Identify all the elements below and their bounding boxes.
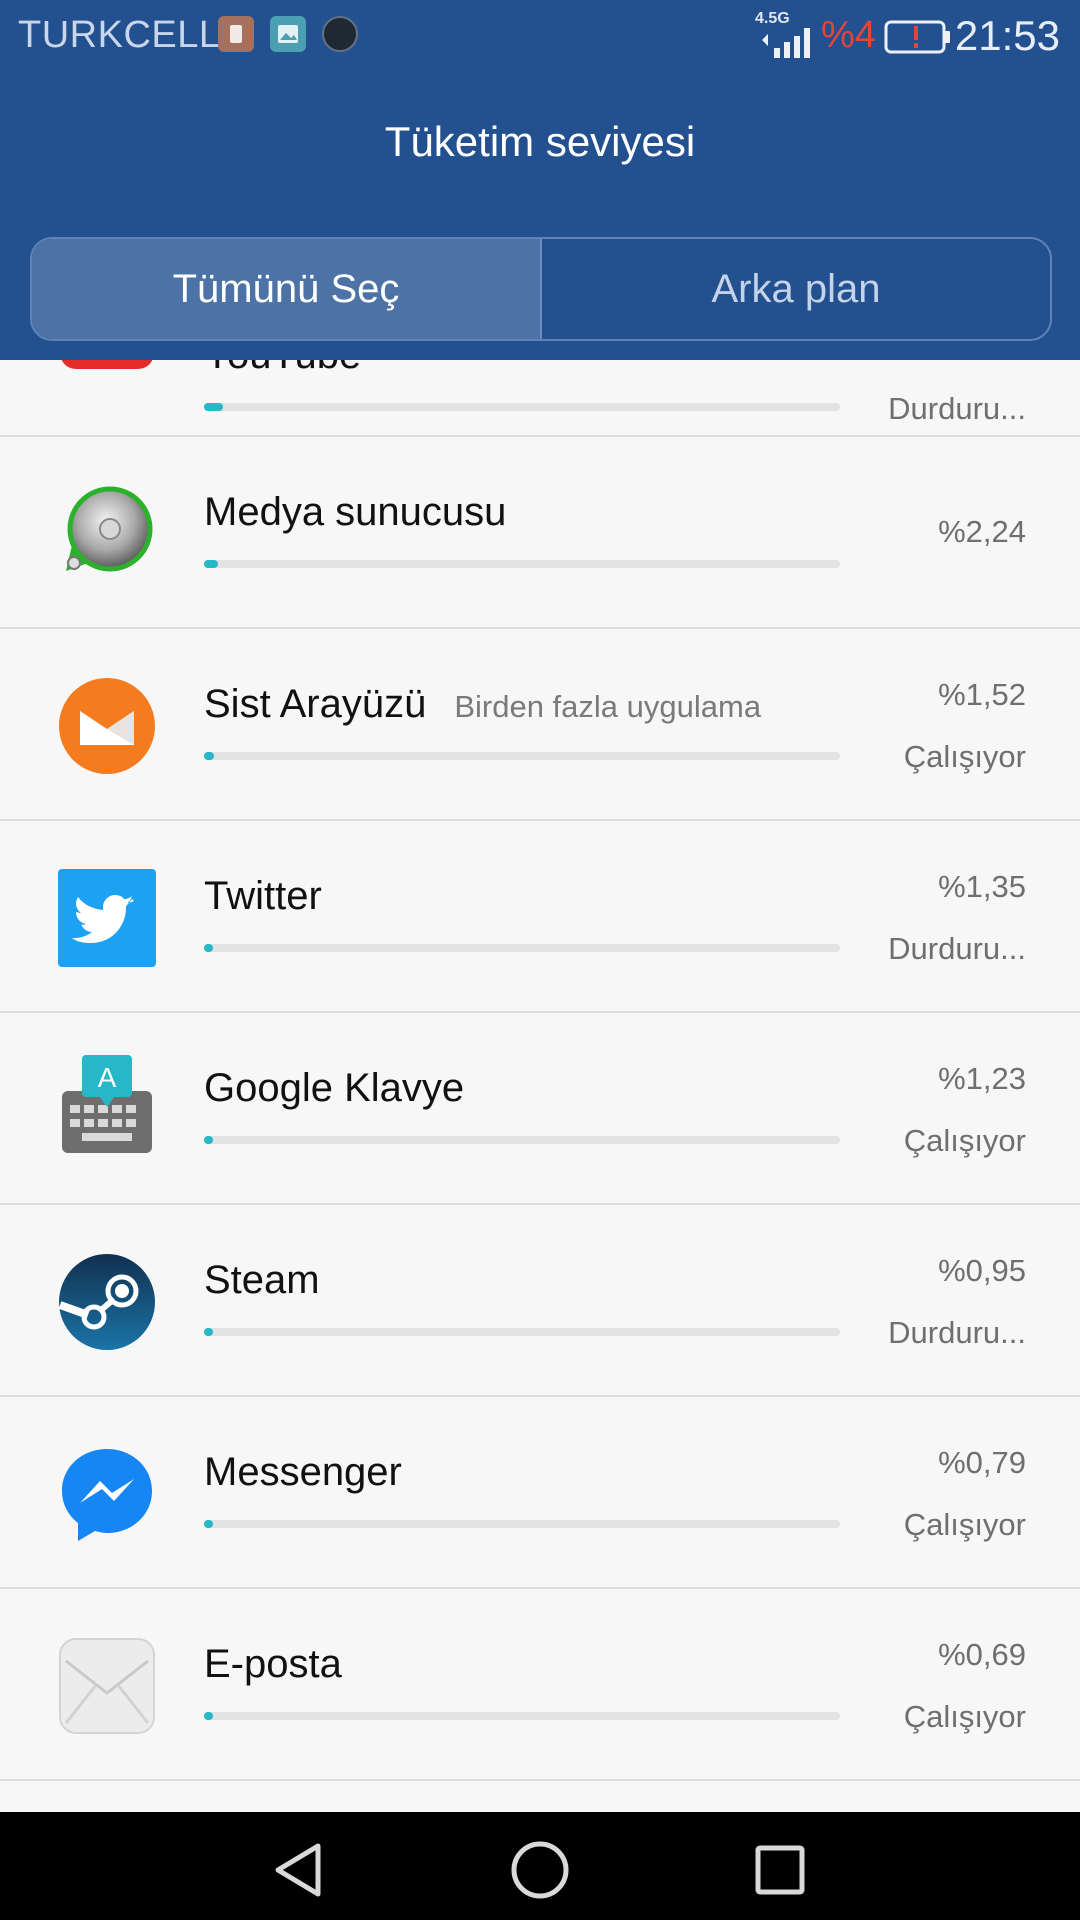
- navigation-bar: [0, 1812, 1080, 1920]
- list-item[interactable]: E-posta %0,69 Çalışıyor: [0, 1589, 1080, 1781]
- usage-bar-fill: [204, 403, 224, 411]
- app-state: Durduru...: [888, 391, 1026, 426]
- app-name: E-posta: [204, 1642, 342, 1686]
- usage-bar-fill: [204, 944, 213, 952]
- app-name: Google Klavye: [204, 1066, 465, 1110]
- app-name: Sist Arayüzü Birden fazla uygulama: [204, 682, 761, 727]
- app-state: Çalışıyor: [903, 1507, 1026, 1542]
- list-item[interactable]: Sist Arayüzü Birden fazla uygulama %1,52 …: [0, 629, 1080, 821]
- app-usage-list: YouTube Durduru... Medya sunucusu %2,24: [0, 360, 1080, 1812]
- usage-percent: %2,24: [938, 514, 1026, 549]
- home-button[interactable]: [510, 1840, 570, 1905]
- usage-bar-fill: [204, 1712, 213, 1720]
- page-title: Tüketim seviyesi: [384, 118, 696, 165]
- steam-icon: [58, 1253, 156, 1351]
- usage-bar: [204, 1712, 840, 1720]
- tab-select-all[interactable]: Tümünü Seç: [32, 239, 542, 339]
- signal-strength-icon: [760, 28, 812, 63]
- usage-bar: [204, 1136, 840, 1144]
- list-item[interactable]: YouTube Durduru...: [0, 360, 1080, 437]
- battery-low-icon: [884, 20, 952, 59]
- usage-bar: [204, 403, 840, 411]
- app-name: Messenger: [204, 1450, 402, 1494]
- list-item[interactable]: Steam %0,95 Durduru...: [0, 1205, 1080, 1397]
- app-state: Çalışıyor: [903, 1699, 1026, 1734]
- system-ui-icon: [58, 677, 156, 775]
- app-name-text: Sist Arayüzü: [204, 682, 427, 726]
- messenger-icon: [58, 1445, 156, 1543]
- recents-button[interactable]: [754, 1844, 806, 1901]
- usage-bar-fill: [204, 560, 219, 568]
- usage-bar: [204, 944, 840, 952]
- usage-bar: [204, 1328, 840, 1336]
- app-state: Durduru...: [888, 931, 1026, 966]
- gallery-notification-icon: [270, 16, 306, 52]
- app-state: Durduru...: [888, 1315, 1026, 1350]
- svg-text:A: A: [98, 1062, 117, 1093]
- youtube-icon: [58, 360, 156, 383]
- usage-bar: [204, 560, 840, 568]
- usage-bar: [204, 752, 840, 760]
- avatar-notification-icon: [322, 16, 358, 52]
- clipboard-notification-icon: [218, 16, 254, 52]
- usage-bar-fill: [204, 1520, 213, 1528]
- usage-bar-fill: [204, 1136, 213, 1144]
- usage-percent: %0,79: [938, 1445, 1026, 1480]
- keyboard-icon: A: [58, 1053, 156, 1153]
- usage-bar: [204, 1520, 840, 1528]
- app-subtitle: Birden fazla uygulama: [454, 689, 762, 724]
- tab-background[interactable]: Arka plan: [542, 239, 1050, 339]
- app-name: Steam: [204, 1258, 320, 1302]
- back-button[interactable]: [272, 1842, 328, 1903]
- app-state: Çalışıyor: [903, 739, 1026, 774]
- app-name: Medya sunucusu: [204, 490, 507, 534]
- usage-percent: %0,95: [938, 1253, 1026, 1288]
- list-item[interactable]: Messenger %0,79 Çalışıyor: [0, 1397, 1080, 1589]
- list-item[interactable]: A Google Klavye %1,23 Çalışıyor: [0, 1013, 1080, 1205]
- usage-percent: %1,35: [938, 869, 1026, 904]
- status-bar: TURKCELL 4.5G %4 21:53: [0, 0, 1080, 72]
- battery-percent: %4: [821, 14, 876, 56]
- app-state: Çalışıyor: [903, 1123, 1026, 1158]
- list-item[interactable]: Twitter %1,35 Durduru...: [0, 821, 1080, 1013]
- app-header: TURKCELL 4.5G %4 21:53 Tüketim seviyesi …: [0, 0, 1080, 360]
- usage-bar-fill: [204, 752, 214, 760]
- twitter-icon: [58, 869, 156, 967]
- network-type-label: 4.5G: [755, 10, 790, 27]
- media-server-icon: [58, 485, 156, 583]
- carrier-name: TURKCELL: [18, 14, 221, 56]
- app-name: Twitter: [204, 874, 322, 918]
- clock: 21:53: [954, 12, 1060, 59]
- list-item[interactable]: Medya sunucusu %2,24: [0, 437, 1080, 629]
- usage-bar-fill: [204, 1328, 213, 1336]
- usage-percent: %1,23: [938, 1061, 1026, 1096]
- usage-percent: %0,69: [938, 1637, 1026, 1672]
- email-icon: [58, 1637, 156, 1735]
- filter-segmented-control: Tümünü Seç Arka plan: [30, 237, 1052, 341]
- app-name: YouTube: [204, 360, 361, 378]
- usage-percent: %1,52: [938, 677, 1026, 712]
